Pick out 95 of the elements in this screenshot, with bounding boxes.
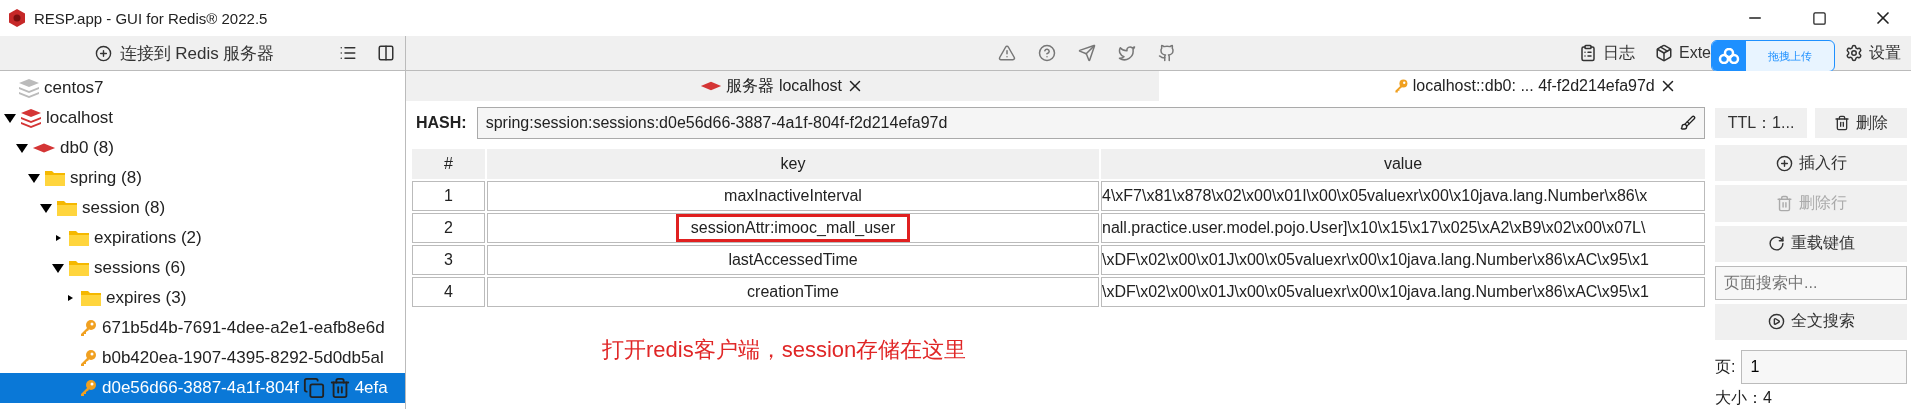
tab[interactable]: 服务器 localhost xyxy=(406,71,1159,101)
annotation-text: 打开redis客户端，session存储在这里 xyxy=(602,336,968,364)
reload-button[interactable]: 重载键值 xyxy=(1715,225,1907,262)
key-text: creationTime xyxy=(746,282,840,302)
tree-label: localhost xyxy=(46,108,114,128)
folder-icon xyxy=(56,199,78,217)
column-header: # xyxy=(412,149,485,179)
folder-icon xyxy=(68,229,90,247)
column-header: value xyxy=(1101,149,1705,179)
tab-label: localhost::db0: ... 4f-f2d214efa97d xyxy=(1412,77,1655,95)
tree-label: session (8) xyxy=(82,198,166,218)
tree-label: b0b420ea-1907-4395-8292-5d0db5al xyxy=(102,348,384,368)
key-text: lastAccessedTime xyxy=(727,250,859,270)
tree-label: 671b5d4b-7691-4dee-a2e1-eafb8e6d xyxy=(102,318,385,338)
cloud-icon xyxy=(1718,48,1740,64)
table-cell: 4 xyxy=(412,277,485,307)
clipboard-icon xyxy=(1579,44,1597,62)
table-cell: nall.practice.user.model.pojo.User]\x10\x15\x17\x025\xA2\xB9\x02\x00\x07L\ xyxy=(1101,213,1705,243)
tree-label: db0 (8) xyxy=(60,138,114,158)
page-field[interactable]: 1 xyxy=(1741,350,1907,384)
table-cell: 3 xyxy=(412,245,485,275)
copy-icon[interactable] xyxy=(302,377,325,399)
reload-icon xyxy=(1767,235,1785,253)
page-label: 页: xyxy=(1715,356,1736,377)
key-icon xyxy=(1392,78,1409,94)
table-cell: 2 xyxy=(412,213,485,243)
delete-icon[interactable] xyxy=(328,377,351,399)
tree-item[interactable]: 671b5d4b-7691-4dee-a2e1-eafb8e6d xyxy=(0,313,405,343)
folder-icon xyxy=(80,289,102,307)
play-icon xyxy=(1767,313,1785,331)
expanded-caret-icon[interactable] xyxy=(40,202,52,214)
app-logo-icon xyxy=(8,9,26,27)
table-cell: \xDF\x02\x00\x01J\x00\x05valuexr\x00\x10java.lang.Number\x86\xAC\x95\x1 xyxy=(1101,245,1705,275)
table-cell: 1 xyxy=(412,181,485,211)
expanded-caret-icon[interactable] xyxy=(52,262,64,274)
bird-icon[interactable] xyxy=(1118,44,1137,62)
brush-icon[interactable] xyxy=(1680,115,1696,131)
tree-item[interactable]: expirations (2) xyxy=(0,223,405,253)
tree-label: expirations (2) xyxy=(94,228,202,248)
maximize-icon[interactable] xyxy=(1811,10,1827,26)
help-icon[interactable] xyxy=(1038,44,1057,62)
send-icon[interactable] xyxy=(1078,44,1097,62)
insert-button[interactable]: 插入行 xyxy=(1715,145,1907,182)
tree-item[interactable]: expires (3) xyxy=(0,283,405,313)
key-icon xyxy=(78,378,98,398)
tree-item[interactable]: spring (8) xyxy=(0,163,405,193)
full-search-button[interactable]: 全文搜索 xyxy=(1715,303,1907,340)
folder-icon xyxy=(44,169,66,187)
trash-icon xyxy=(1834,115,1850,131)
tree-item[interactable]: localhost xyxy=(0,103,405,133)
list-icon[interactable] xyxy=(339,44,357,62)
column-header: key xyxy=(487,149,1099,179)
extensions-button[interactable]: Exte xyxy=(1645,44,1711,62)
add-icon xyxy=(94,44,112,62)
table-cell: \xDF\x02\x00\x01J\x00\x05valuexr\x00\x10java.lang.Number\x86\xAC\x95\x1 xyxy=(1101,277,1705,307)
tab-label: 服务器 localhost xyxy=(726,75,843,96)
package-icon xyxy=(1655,44,1673,62)
delete-button[interactable]: 删除 xyxy=(1815,108,1907,138)
key-text: maxInactiveInterval xyxy=(723,186,863,206)
tree-item[interactable]: db0 (8) xyxy=(0,133,405,163)
tree-label: sessions (6) xyxy=(94,258,186,278)
key-icon xyxy=(78,348,98,368)
table-cell: 4\xF7\x81\x878\x02\x00\x01I\x00\x05valuexr\x00\x10java.lang.Number\x86\x xyxy=(1101,181,1705,211)
tree-label: spring (8) xyxy=(70,168,142,188)
tree-item[interactable]: centos7 xyxy=(0,73,405,103)
diamond-icon xyxy=(700,80,723,92)
highlighted-key-text: sessionAttr:imooc_mall_user xyxy=(675,214,911,242)
tree-item[interactable]: session (8) xyxy=(0,193,405,223)
window-title: RESP.app - GUI for Redis® 2022.5 xyxy=(34,9,269,27)
expanded-caret-icon[interactable] xyxy=(28,172,40,184)
diamond-icon xyxy=(32,142,56,154)
type-label: HASH: xyxy=(415,114,467,132)
tree-item[interactable]: d0e56d66-3887-4a1f-804f 4efa xyxy=(0,373,405,403)
settings-icon xyxy=(1845,44,1863,62)
warning-icon[interactable] xyxy=(998,44,1017,62)
expanded-caret-icon[interactable] xyxy=(4,112,16,124)
key-name-field[interactable]: spring:session:sessions:d0e56d66-3887-4a1f-804f-f2d214efa97d xyxy=(476,107,1705,139)
add-icon xyxy=(1775,154,1793,172)
cat-icon[interactable] xyxy=(1158,44,1177,62)
search-field[interactable]: 页面搜索中... xyxy=(1715,265,1907,300)
panel-icon[interactable] xyxy=(377,44,395,62)
size-label: 大小：4 xyxy=(1715,388,1773,408)
settings-button[interactable]: 设置 xyxy=(1835,42,1911,64)
tree-label: d0e56d66-3887-4a1f-804f xyxy=(102,378,299,398)
folder-icon xyxy=(68,259,90,277)
expanded-caret-icon[interactable] xyxy=(16,142,28,154)
tree-label: 4efa xyxy=(354,378,388,398)
trash-icon xyxy=(1775,194,1793,212)
key-icon xyxy=(78,318,98,338)
tree-item[interactable]: b0b420ea-1907-4395-8292-5d0db5al xyxy=(0,343,405,373)
tree-item[interactable]: sessions (6) xyxy=(0,253,405,283)
log-button[interactable]: 日志 xyxy=(1569,42,1645,64)
ttl-button[interactable]: TTL：1... xyxy=(1715,108,1807,138)
tree-label: centos7 xyxy=(44,78,104,98)
tree-label: expires (3) xyxy=(106,288,187,308)
